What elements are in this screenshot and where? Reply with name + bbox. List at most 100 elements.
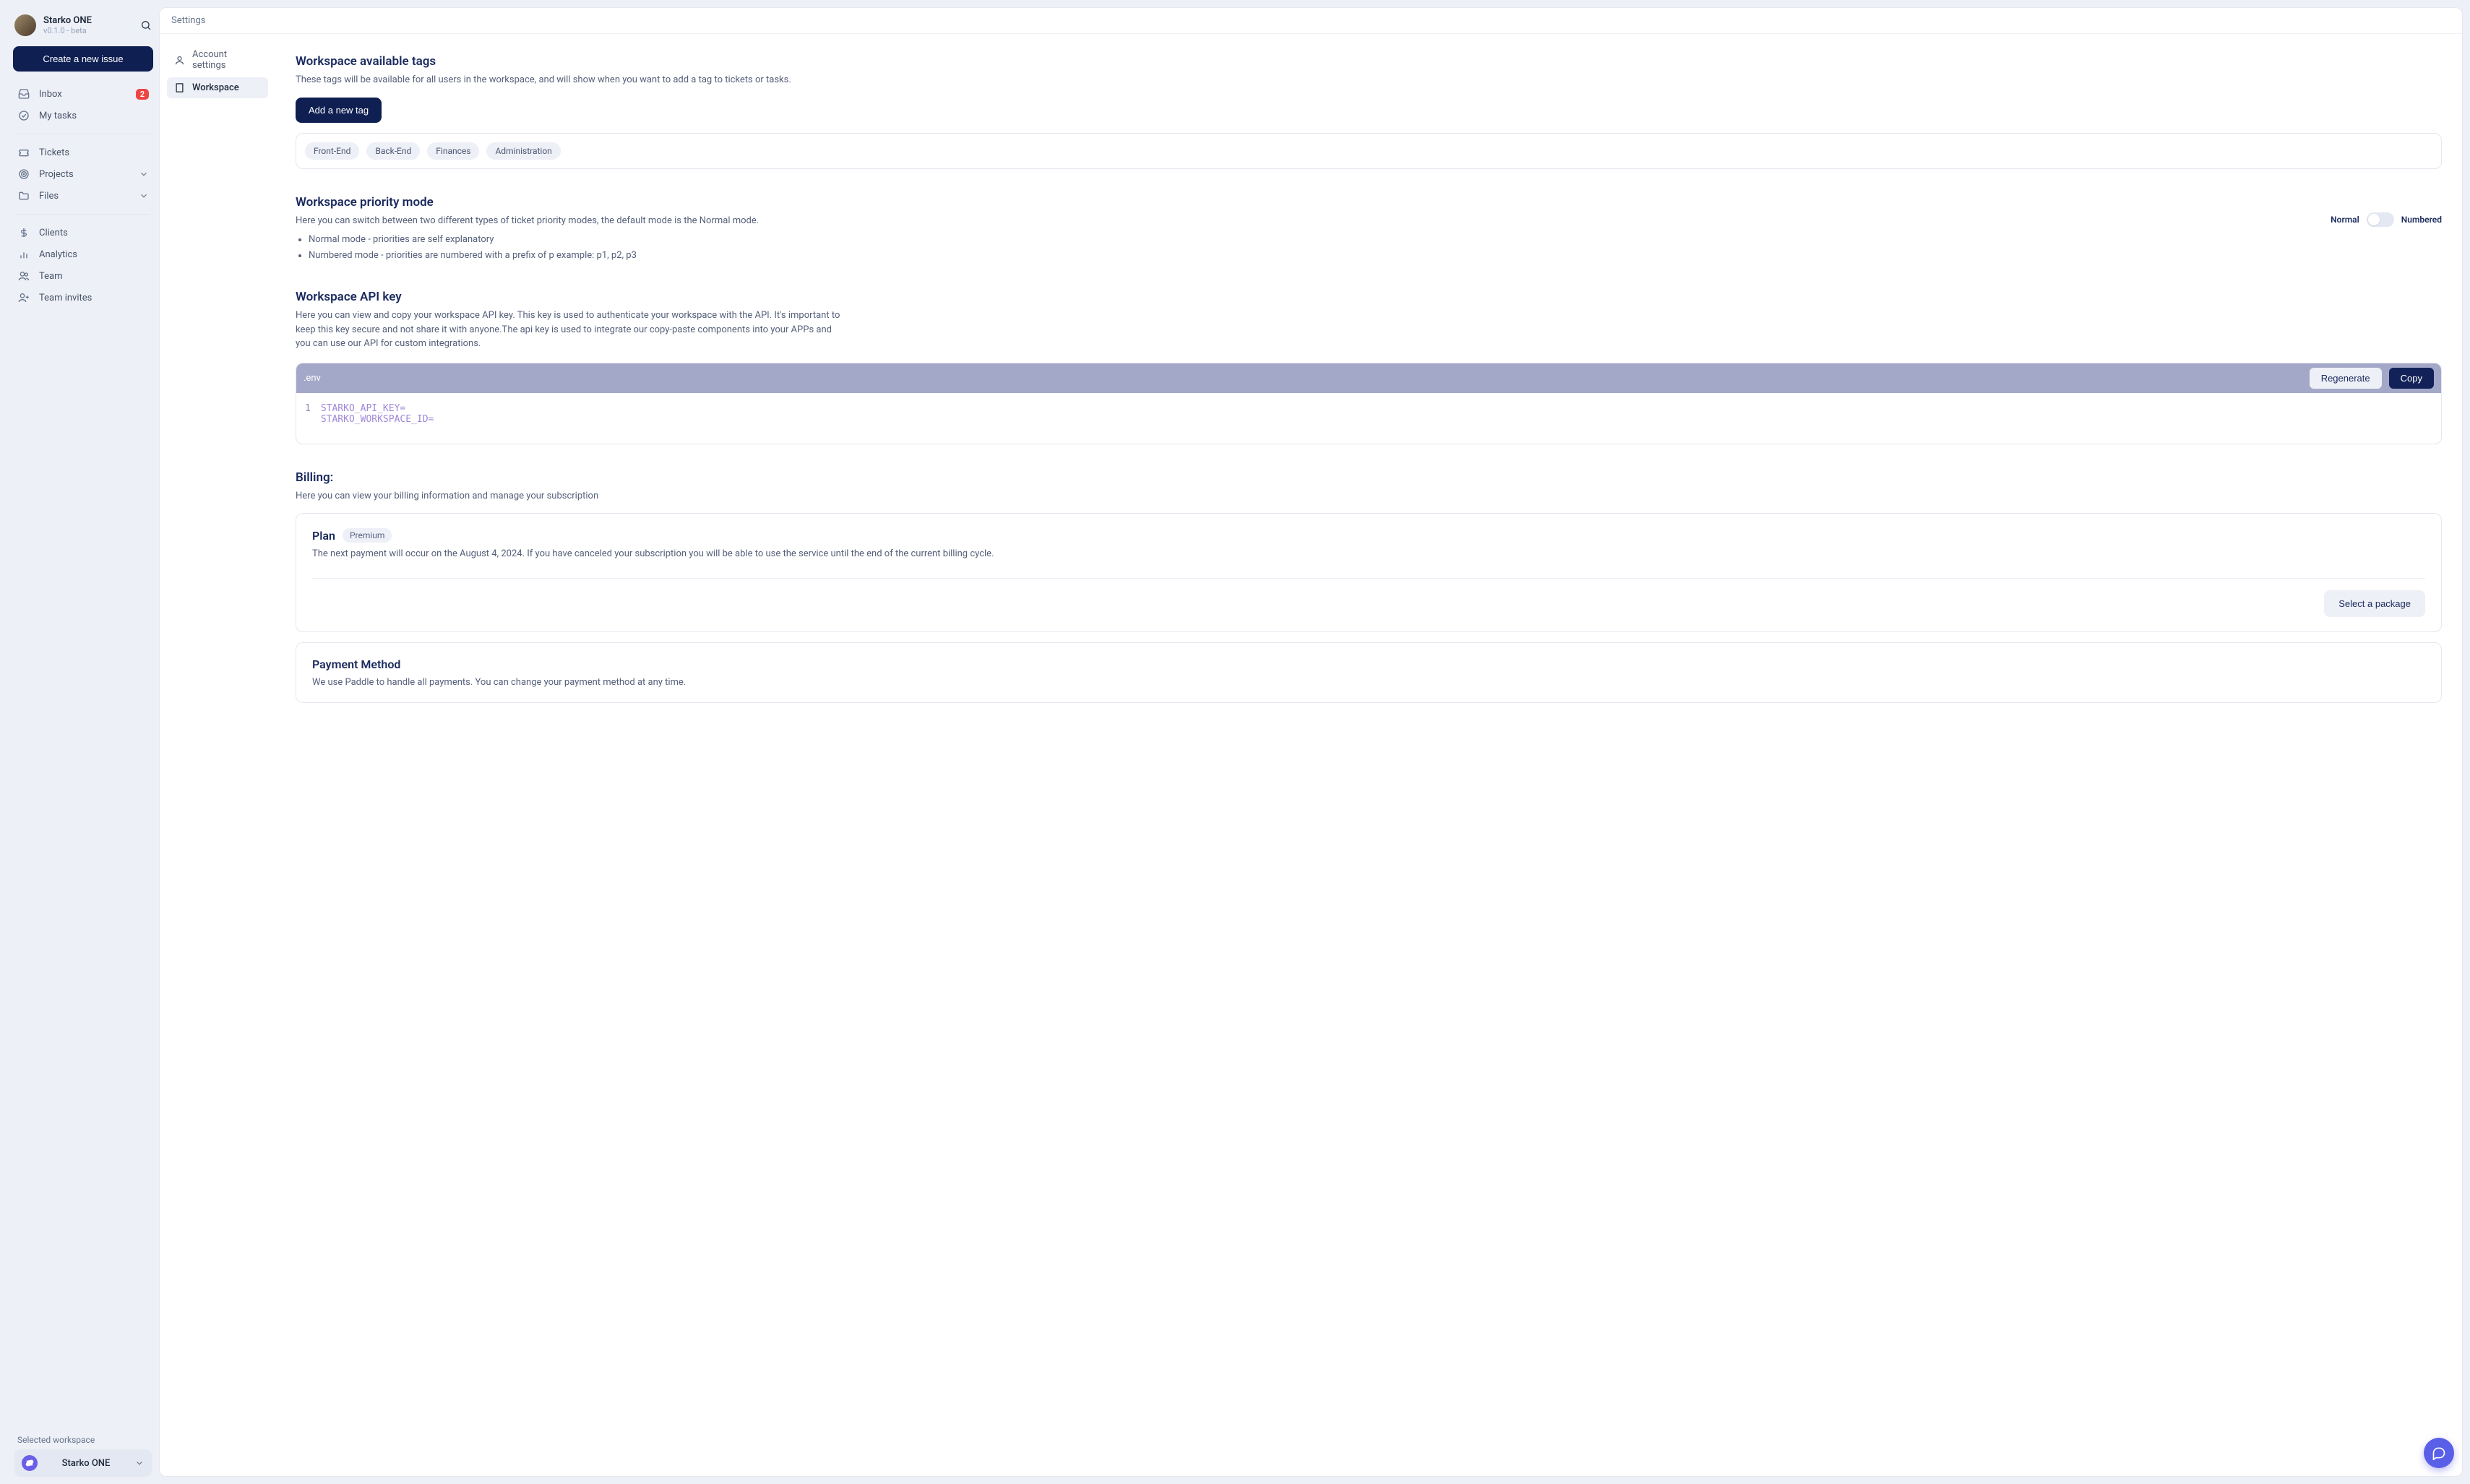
- check-circle-icon: [17, 110, 30, 121]
- target-icon: [17, 168, 30, 180]
- tag-pill[interactable]: Back-End: [366, 142, 420, 160]
- nav-team[interactable]: Team: [10, 265, 156, 287]
- section-desc: Here you can view and copy your workspac…: [296, 309, 845, 351]
- select-package-button[interactable]: Select a package: [2324, 590, 2425, 617]
- nav-analytics[interactable]: Analytics: [10, 243, 156, 265]
- nav-team-invites[interactable]: Team invites: [10, 287, 156, 309]
- inbox-badge: 2: [136, 89, 149, 100]
- tag-pill[interactable]: Front-End: [305, 142, 359, 160]
- ticket-icon: [17, 147, 30, 158]
- nav-label: Analytics: [39, 249, 77, 260]
- sidebar: Starko ONE v0.1.0 - beta Create a new is…: [7, 7, 159, 1477]
- tag-pill[interactable]: Finances: [427, 142, 479, 160]
- section-title: Workspace API key: [296, 290, 2442, 304]
- section-desc: These tags will be available for all use…: [296, 73, 2442, 87]
- divider: [312, 578, 2425, 579]
- api-section: Workspace API key Here you can view and …: [296, 290, 2442, 444]
- folder-icon: [17, 190, 30, 202]
- users-icon: [17, 270, 30, 282]
- help-fab[interactable]: [2424, 1438, 2454, 1468]
- plan-header: Plan Premium: [312, 528, 2425, 543]
- page-title: Settings: [160, 8, 2462, 34]
- nav-group-org: Clients Analytics Team Team invites: [10, 219, 156, 311]
- nav-label: Files: [39, 191, 59, 202]
- payment-title: Payment Method: [312, 657, 2425, 671]
- nav-my-tasks[interactable]: My tasks: [10, 105, 156, 126]
- search-icon[interactable]: [140, 20, 152, 31]
- nav-label: Projects: [39, 169, 74, 180]
- nav-projects[interactable]: Projects: [10, 163, 156, 185]
- settings-nav-label: Account settings: [192, 49, 261, 71]
- main-panel: Settings Account settings Workspace: [159, 7, 2463, 1477]
- codeblock-header: .env Regenerate Copy: [296, 363, 2441, 393]
- tag-pill[interactable]: Administration: [486, 142, 560, 160]
- nav-tickets[interactable]: Tickets: [10, 142, 156, 163]
- copy-button[interactable]: Copy: [2389, 368, 2434, 389]
- nav-label: Team invites: [39, 293, 92, 303]
- workspace-selector[interactable]: Starko ONE: [14, 1449, 152, 1477]
- nav-group-work: Tickets Projects Files: [10, 139, 156, 210]
- section-title: Billing:: [296, 470, 2442, 485]
- workspace-info: Starko ONE v0.1.0 - beta: [43, 15, 92, 35]
- codeblock-filename: .env: [304, 373, 321, 384]
- payment-card: Payment Method We use Paddle to handle a…: [296, 642, 2442, 703]
- chart-icon: [17, 249, 30, 260]
- nav-group-main: Inbox 2 My tasks: [10, 80, 156, 129]
- nav-label: Tickets: [39, 147, 69, 158]
- settings-nav-account[interactable]: Account settings: [167, 44, 268, 76]
- nav-label: Clients: [39, 228, 68, 238]
- code-content[interactable]: STARKO_API_KEY= STARKO_WORKSPACE_ID=: [321, 403, 434, 425]
- chat-icon: [2432, 1446, 2446, 1460]
- plan-badge: Premium: [343, 528, 392, 543]
- plan-card: Plan Premium The next payment will occur…: [296, 513, 2442, 632]
- create-issue-button[interactable]: Create a new issue: [13, 46, 153, 72]
- toggle-label-numbered: Numbered: [2401, 215, 2442, 225]
- settings-nav: Account settings Workspace: [160, 34, 275, 1476]
- line-number: 1: [305, 403, 311, 425]
- plan-desc: The next payment will occur on the Augus…: [312, 548, 2425, 559]
- building-icon: [174, 82, 185, 93]
- settings-nav-label: Workspace: [192, 82, 239, 93]
- workspace-name: Starko ONE: [43, 15, 92, 26]
- bullet: Normal mode - priorities are self explan…: [309, 232, 2316, 248]
- nav-clients[interactable]: Clients: [10, 222, 156, 243]
- payment-desc: We use Paddle to handle all payments. Yo…: [312, 677, 2425, 688]
- inbox-icon: [17, 88, 30, 100]
- section-desc: Here you can view your billing informati…: [296, 489, 2442, 504]
- priority-toggle-group: Normal Numbered: [2331, 195, 2442, 227]
- nav-files[interactable]: Files: [10, 185, 156, 207]
- settings-nav-workspace[interactable]: Workspace: [167, 77, 268, 98]
- chevron-down-icon: [139, 191, 149, 201]
- content-row: Account settings Workspace Workspace ava…: [160, 34, 2462, 1476]
- sidebar-footer: Selected workspace Starko ONE: [10, 1435, 156, 1477]
- codeblock-body: 1 STARKO_API_KEY= STARKO_WORKSPACE_ID=: [296, 393, 2441, 444]
- add-tag-button[interactable]: Add a new tag: [296, 98, 382, 123]
- nav-label: Inbox: [39, 89, 62, 100]
- priority-toggle[interactable]: [2367, 212, 2394, 227]
- section-title: Workspace available tags: [296, 54, 2442, 69]
- selected-workspace-name: Starko ONE: [45, 1458, 127, 1469]
- billing-section: Billing: Here you can view your billing …: [296, 470, 2442, 704]
- workspace-version: v0.1.0 - beta: [43, 26, 92, 35]
- plan-title: Plan: [312, 529, 335, 543]
- nav-label: Team: [39, 271, 63, 282]
- api-key-codeblock: .env Regenerate Copy 1 STARKO_API_KEY= S…: [296, 363, 2442, 444]
- tag-list: Front-End Back-End Finances Administrati…: [296, 133, 2442, 169]
- regenerate-button[interactable]: Regenerate: [2310, 368, 2382, 389]
- workspace-logo-icon: [22, 1455, 38, 1471]
- sidebar-header: Starko ONE v0.1.0 - beta: [10, 7, 156, 46]
- chevron-down-icon: [139, 169, 149, 179]
- bullet: Numbered mode - priorities are numbered …: [309, 248, 2316, 264]
- dollar-icon: [17, 227, 30, 238]
- footer-label: Selected workspace: [14, 1435, 152, 1445]
- priority-section: Workspace priority mode Here you can swi…: [296, 195, 2442, 264]
- nav-inbox[interactable]: Inbox 2: [10, 83, 156, 105]
- avatar[interactable]: [14, 14, 36, 36]
- user-plus-icon: [17, 292, 30, 303]
- toggle-label-normal: Normal: [2331, 215, 2359, 225]
- priority-bullets: Normal mode - priorities are self explan…: [309, 232, 2316, 264]
- user-icon: [174, 55, 185, 66]
- tags-section: Workspace available tags These tags will…: [296, 54, 2442, 169]
- section-title: Workspace priority mode: [296, 195, 2316, 210]
- divider: [16, 214, 150, 215]
